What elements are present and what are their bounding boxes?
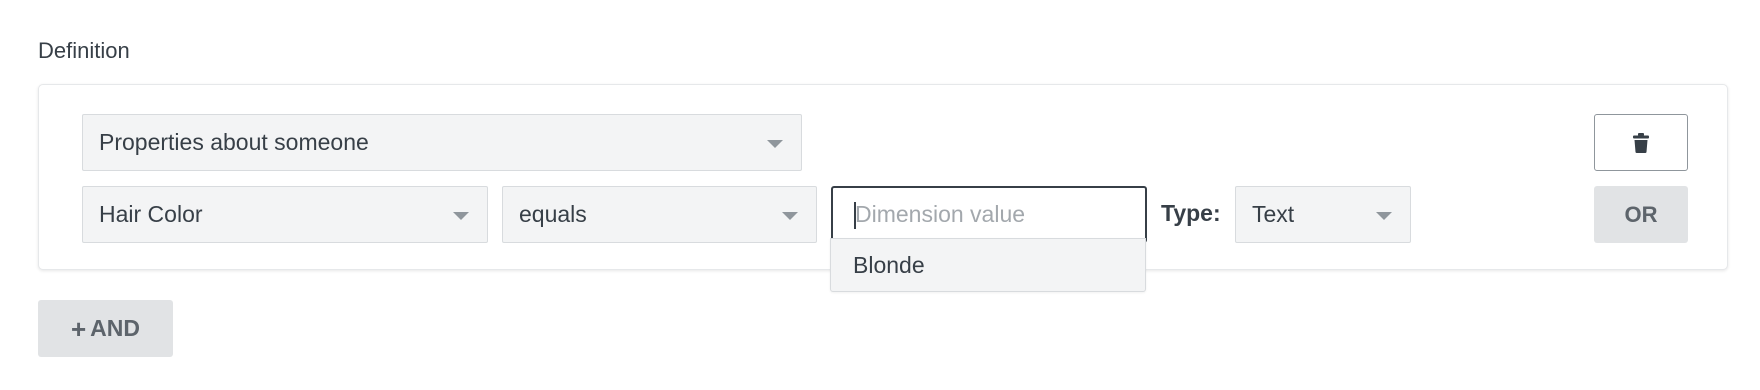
operator-select[interactable]: equals — [502, 186, 817, 243]
and-button-label: AND — [90, 315, 141, 341]
value-suggestions-dropdown: Blonde — [830, 238, 1146, 292]
chevron-down-icon — [453, 211, 469, 220]
segment-definition-page: Definition Properties about someone Hair… — [0, 0, 1760, 390]
chevron-down-icon — [767, 139, 783, 148]
delete-condition-button[interactable] — [1594, 114, 1688, 171]
type-select-value: Text — [1252, 201, 1295, 227]
dimension-select[interactable]: Hair Color — [82, 186, 488, 243]
chevron-down-icon — [1376, 211, 1392, 220]
type-select[interactable]: Text — [1235, 186, 1411, 243]
add-and-condition-button[interactable]: + AND — [38, 300, 173, 357]
suggestion-item[interactable]: Blonde — [831, 239, 1145, 291]
section-title: Definition — [38, 38, 130, 63]
dimension-select-value: Hair Color — [99, 201, 203, 227]
type-label: Type: — [1161, 200, 1221, 226]
dimension-value-input[interactable] — [831, 186, 1147, 243]
trash-icon — [1633, 132, 1649, 153]
or-button[interactable]: OR — [1594, 186, 1688, 243]
category-select[interactable]: Properties about someone — [82, 114, 802, 171]
operator-select-value: equals — [519, 201, 587, 227]
text-cursor — [854, 202, 856, 229]
chevron-down-icon — [782, 211, 798, 220]
category-select-value: Properties about someone — [99, 129, 369, 155]
plus-icon: + — [70, 313, 87, 344]
